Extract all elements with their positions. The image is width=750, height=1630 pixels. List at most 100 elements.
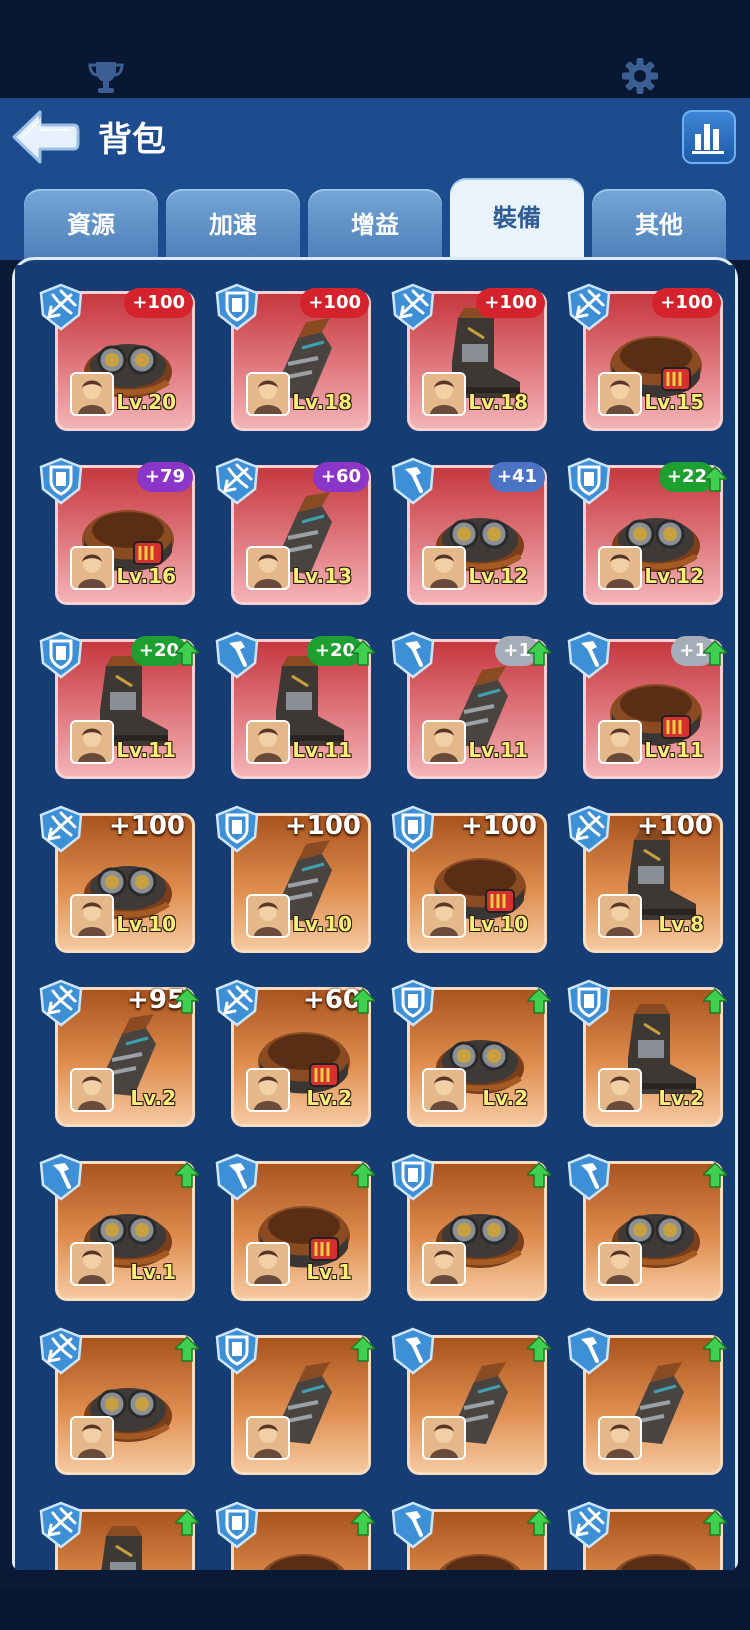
upgrade-arrow-icon: [351, 987, 375, 1014]
equipment-level: Lv.2: [130, 1086, 176, 1110]
equipment-slot[interactable]: Lv.1: [39, 1153, 199, 1313]
equipment-slot[interactable]: Lv.2: [391, 979, 551, 1139]
upgrade-arrow-icon: [351, 1509, 375, 1536]
equipment-slot[interactable]: Lv.2 +95: [39, 979, 199, 1139]
equipment-slot[interactable]: [391, 1153, 551, 1313]
bottom-bar: [0, 1588, 750, 1630]
equipment-level: Lv.18: [292, 390, 352, 414]
shield-icon: [215, 1501, 259, 1549]
hero-avatar: [422, 1068, 466, 1112]
crossbow-icon: [39, 1501, 83, 1549]
equipment-slot[interactable]: Lv.11 +20: [215, 631, 375, 791]
hero-avatar: [246, 372, 290, 416]
equipment-slot[interactable]: [39, 1501, 199, 1570]
upgrade-arrow-icon: [527, 987, 551, 1014]
shield-icon: [39, 457, 83, 505]
inventory-panel: Lv.20 +100 Lv.18 +100 Lv.18 +100 Lv.15 +100 Lv.1…: [12, 257, 738, 1570]
equipment-slot[interactable]: [39, 1327, 199, 1487]
hero-avatar: [70, 1242, 114, 1286]
bonus-badge: +100: [300, 288, 369, 318]
equipment-slot[interactable]: Lv.12 +22: [567, 457, 727, 617]
tab-boosts[interactable]: 增益: [308, 189, 442, 259]
equipment-level: Lv.2: [482, 1086, 528, 1110]
equipment-slot[interactable]: Lv.10 +100: [215, 805, 375, 965]
tab-equipment[interactable]: 裝備: [450, 178, 584, 260]
hammer-icon: [39, 1153, 83, 1201]
equipment-slot[interactable]: Lv.10 +100: [39, 805, 199, 965]
equipment-slot[interactable]: Lv.2: [567, 979, 727, 1139]
hammer-icon: [215, 1153, 259, 1201]
bonus-badge: +100: [476, 288, 545, 318]
hero-avatar: [70, 546, 114, 590]
equipment-level: Lv.15: [644, 390, 704, 414]
tab-resources[interactable]: 資源: [24, 189, 158, 259]
equipment-slot[interactable]: Lv.10 +100: [391, 805, 551, 965]
hero-avatar: [598, 546, 642, 590]
bonus-badge: +60: [312, 462, 369, 492]
hero-avatar: [598, 372, 642, 416]
upgrade-arrow-icon: [703, 987, 727, 1014]
page-title: 背包: [98, 120, 166, 160]
upgrade-arrow-icon: [175, 1509, 199, 1536]
equipment-slot[interactable]: [567, 1327, 727, 1487]
equipment-slot[interactable]: Lv.8 +100: [567, 805, 727, 965]
equipment-slot[interactable]: [567, 1501, 727, 1570]
tab-speedup[interactable]: 加速: [166, 189, 300, 259]
upgrade-arrow-icon: [351, 1161, 375, 1188]
equipment-slot[interactable]: Lv.11 +1: [567, 631, 727, 791]
back-arrow-icon[interactable]: [10, 108, 80, 166]
bonus-badge: +79: [136, 462, 193, 492]
stats-button[interactable]: [682, 110, 736, 164]
equipment-slot[interactable]: Lv.18 +100: [215, 283, 375, 443]
crossbow-icon: [391, 283, 435, 331]
equipment-slot[interactable]: Lv.2 +60: [215, 979, 375, 1139]
equipment-slot[interactable]: [215, 1501, 375, 1570]
tab-other[interactable]: 其他: [592, 189, 726, 259]
hero-avatar: [422, 1416, 466, 1460]
hero-avatar: [422, 372, 466, 416]
equipment-slot[interactable]: Lv.20 +100: [39, 283, 199, 443]
equipment-slot[interactable]: [567, 1153, 727, 1313]
equipment-slot[interactable]: Lv.11 +1: [391, 631, 551, 791]
equipment-slot[interactable]: [391, 1327, 551, 1487]
equipment-slot[interactable]: [215, 1327, 375, 1487]
hero-avatar: [70, 1416, 114, 1460]
equipment-slot[interactable]: Lv.18 +100: [391, 283, 551, 443]
equipment-slot[interactable]: [391, 1501, 551, 1570]
trophy-icon[interactable]: [86, 56, 126, 96]
hero-avatar: [246, 894, 290, 938]
hero-avatar: [246, 1416, 290, 1460]
crossbow-icon: [215, 457, 259, 505]
hero-avatar: [246, 1068, 290, 1112]
shield-icon: [39, 631, 83, 679]
equipment-slot[interactable]: Lv.15 +100: [567, 283, 727, 443]
hero-avatar: [598, 1416, 642, 1460]
bonus-badge: +100: [460, 811, 537, 841]
hero-avatar: [598, 1068, 642, 1112]
crossbow-icon: [215, 979, 259, 1027]
hero-avatar: [70, 1068, 114, 1112]
bonus-badge: +100: [652, 288, 721, 318]
equipment-level: Lv.1: [130, 1260, 176, 1284]
shield-icon: [215, 805, 259, 853]
equipment-slot[interactable]: Lv.13 +60: [215, 457, 375, 617]
gear-icon[interactable]: [620, 56, 660, 96]
equipment-level: Lv.16: [116, 564, 176, 588]
hero-avatar: [246, 1242, 290, 1286]
equipment-slot[interactable]: Lv.12 +41: [391, 457, 551, 617]
hero-avatar: [598, 1242, 642, 1286]
shield-icon: [215, 283, 259, 331]
inventory-grid-area[interactable]: Lv.20 +100 Lv.18 +100 Lv.18 +100 Lv.15 +100 Lv.1…: [15, 265, 735, 1570]
equipment-level: Lv.10: [116, 912, 176, 936]
equipment-slot[interactable]: Lv.11 +20: [39, 631, 199, 791]
equipment-slot[interactable]: Lv.16 +79: [39, 457, 199, 617]
upgrade-arrow-icon: [527, 1509, 551, 1536]
crossbow-icon: [39, 283, 83, 331]
equipment-level: Lv.11: [116, 738, 176, 762]
hero-avatar: [422, 720, 466, 764]
equipment-level: Lv.18: [468, 390, 528, 414]
upgrade-arrow-icon: [351, 1335, 375, 1362]
equipment-slot[interactable]: Lv.1: [215, 1153, 375, 1313]
equipment-level: Lv.20: [116, 390, 176, 414]
upgrade-arrow-icon: [175, 1161, 199, 1188]
